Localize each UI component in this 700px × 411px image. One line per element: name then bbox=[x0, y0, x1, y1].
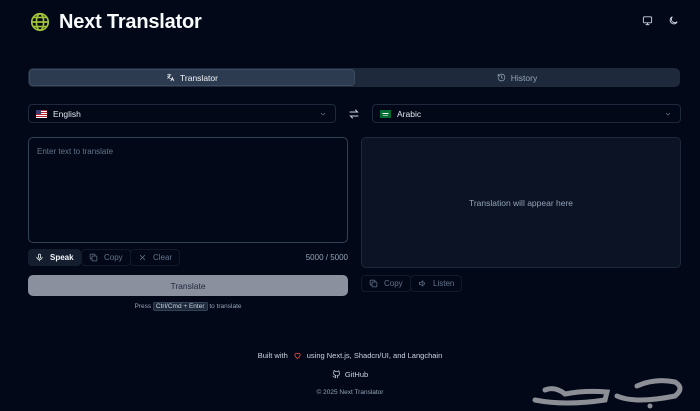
watermark-logo bbox=[532, 378, 683, 409]
close-icon bbox=[139, 254, 146, 261]
languages-icon bbox=[167, 73, 175, 82]
globe-icon bbox=[30, 12, 50, 32]
translate-button[interactable]: Translate bbox=[28, 275, 348, 296]
hint-suffix: to translate bbox=[209, 303, 242, 310]
built-with-credit: Built with using Next.js, Shadcn/UI, and… bbox=[0, 351, 700, 360]
app-title: Next Translator bbox=[59, 10, 202, 33]
speaker-icon bbox=[419, 280, 425, 287]
us-flag-icon bbox=[36, 109, 47, 118]
app-header: Next Translator bbox=[29, 9, 202, 35]
tab-history[interactable]: History bbox=[355, 69, 679, 86]
built-with-tail: using Next.js, Shadcn/UI, and Langchain bbox=[306, 351, 443, 360]
history-icon bbox=[497, 73, 506, 82]
tab-history-label: History bbox=[510, 72, 538, 83]
chevron-down-icon bbox=[320, 112, 326, 115]
copy-source-label: Copy bbox=[104, 253, 123, 262]
shortcut-hint: Press Ctrl/Cmd + Enter to translate bbox=[28, 302, 348, 311]
target-language-select[interactable]: Arabic bbox=[372, 104, 681, 123]
copy-translation-button[interactable]: Copy bbox=[361, 275, 411, 292]
hint-prefix: Press bbox=[134, 303, 152, 310]
github-label: GitHub bbox=[344, 370, 369, 379]
character-count: 5000 / 5000 bbox=[305, 253, 348, 262]
clear-label: Clear bbox=[153, 253, 173, 262]
header-actions bbox=[640, 13, 680, 27]
chevron-down-icon bbox=[665, 112, 671, 115]
sa-flag-icon bbox=[380, 109, 391, 118]
built-with-label: Built with bbox=[257, 351, 288, 360]
translation-placeholder: Translation will appear here bbox=[468, 197, 574, 208]
copy-icon bbox=[89, 253, 98, 262]
source-text-input[interactable] bbox=[29, 138, 347, 242]
microphone-icon bbox=[36, 253, 43, 262]
tab-translator-label: Translator bbox=[180, 72, 218, 83]
shortcut-keys: Ctrl/Cmd + Enter bbox=[152, 302, 208, 311]
moon-icon[interactable] bbox=[666, 13, 680, 27]
listen-label: Listen bbox=[433, 279, 455, 288]
heart-icon bbox=[294, 352, 301, 359]
translation-output: Translation will appear here bbox=[361, 137, 681, 268]
copy-source-button[interactable]: Copy bbox=[81, 249, 131, 266]
source-text-box bbox=[28, 137, 348, 243]
speak-label: Speak bbox=[50, 253, 74, 262]
source-language-select[interactable]: English bbox=[28, 104, 336, 123]
listen-button[interactable]: Listen bbox=[410, 275, 463, 292]
copy-translation-label: Copy bbox=[384, 279, 403, 288]
swap-icon[interactable] bbox=[348, 108, 360, 120]
monitor-icon[interactable] bbox=[640, 13, 654, 27]
clear-button[interactable]: Clear bbox=[130, 249, 181, 266]
github-icon bbox=[332, 370, 340, 379]
source-language-label: English bbox=[53, 108, 81, 119]
target-language-label: Arabic bbox=[397, 108, 422, 119]
translate-label: Translate bbox=[170, 280, 206, 291]
tab-translator[interactable]: Translator bbox=[29, 69, 355, 86]
mode-tabs: Translator History bbox=[28, 68, 680, 87]
copy-icon bbox=[369, 279, 378, 288]
speak-button[interactable]: Speak bbox=[28, 249, 81, 266]
